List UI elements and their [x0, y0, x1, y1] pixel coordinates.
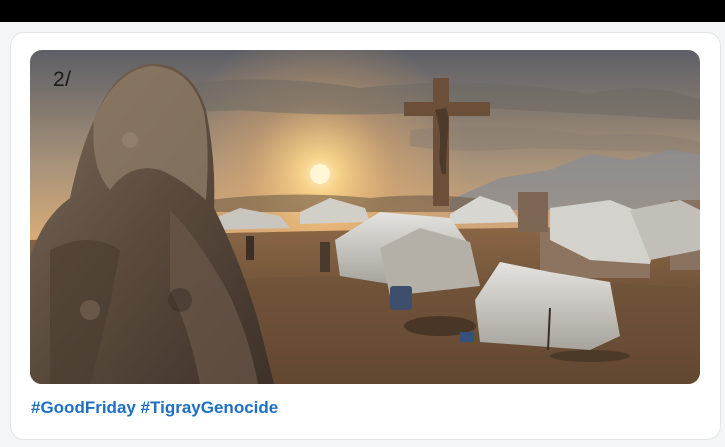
- hashtag-tigraygenocide[interactable]: #TigrayGenocide: [141, 398, 279, 417]
- post-image[interactable]: 2/: [30, 50, 700, 384]
- status-bar: [0, 0, 725, 22]
- scene-illustration: [30, 50, 700, 384]
- hashtag-goodfriday[interactable]: #GoodFriday: [31, 398, 136, 417]
- image-counter: 2/: [53, 68, 72, 91]
- hashtag-line: #GoodFriday #TigrayGenocide: [31, 398, 278, 418]
